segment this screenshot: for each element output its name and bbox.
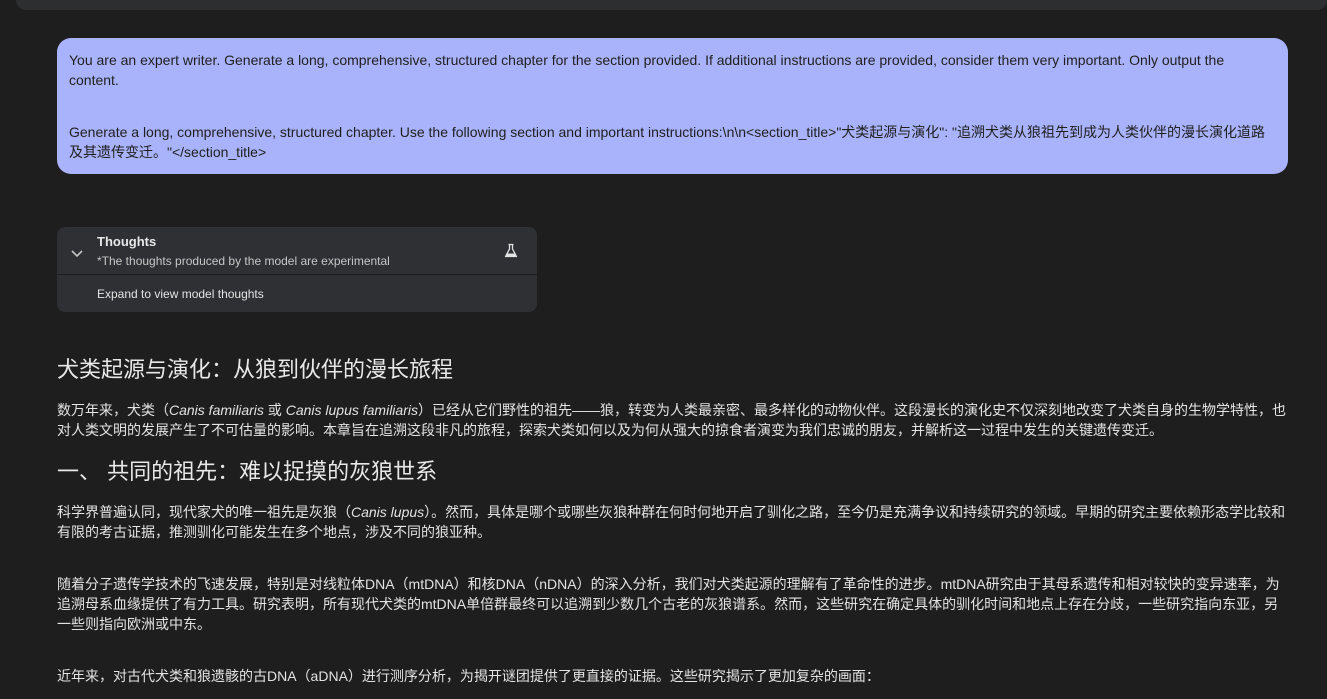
latin-name: Canis lupus familiaris — [285, 402, 418, 418]
latin-name: Canis lupus — [351, 504, 425, 520]
chevron-down-icon[interactable] — [69, 245, 85, 261]
thoughts-header[interactable]: Thoughts *The thoughts produced by the m… — [57, 227, 537, 275]
response-content: 犬类起源与演化：从狼到伙伴的漫长旅程 数万年来，犬类（Canis familia… — [57, 356, 1287, 686]
paragraph-text: 科学界普遍认同，现代家犬的唯一祖先是灰狼（ — [57, 504, 351, 520]
intro-text: 数万年来，犬类（ — [57, 402, 169, 418]
paragraph: 近年来，对古代犬类和狼遗骸的古DNA（aDNA）进行测序分析，为揭开谜团提供了更… — [57, 668, 880, 684]
article-title: 犬类起源与演化：从狼到伙伴的漫长旅程 — [57, 357, 454, 382]
paragraph: 科学界普遍认同，现代家犬的唯一祖先是灰狼（Canis lupus）。然而，具体是… — [57, 502, 1287, 542]
intro-paragraph: 数万年来，犬类（Canis familiaris 或 Canis lupus f… — [57, 400, 1287, 440]
flask-icon — [504, 243, 518, 258]
intro-text: 或 — [263, 402, 286, 418]
user-prompt-bubble: You are an expert writer. Generate a lon… — [57, 38, 1288, 174]
expand-thoughts-link[interactable]: Expand to view model thoughts — [97, 287, 264, 301]
top-bar — [16, 0, 1327, 10]
prompt-line-2: Generate a long, comprehensive, structur… — [69, 124, 1266, 160]
paragraph: 随着分子遗传学技术的飞速发展，特别是对线粒体DNA（mtDNA）和核DNA（nD… — [57, 576, 1280, 632]
thoughts-subtitle: *The thoughts produced by the model are … — [97, 254, 390, 268]
section-heading: 一、 共同的祖先：难以捉摸的灰狼世系 — [57, 459, 438, 484]
prompt-line-1: You are an expert writer. Generate a lon… — [69, 52, 1225, 88]
thoughts-panel[interactable]: Thoughts *The thoughts produced by the m… — [57, 227, 537, 312]
thoughts-title: Thoughts — [97, 234, 157, 249]
latin-name: Canis familiaris — [169, 402, 264, 418]
